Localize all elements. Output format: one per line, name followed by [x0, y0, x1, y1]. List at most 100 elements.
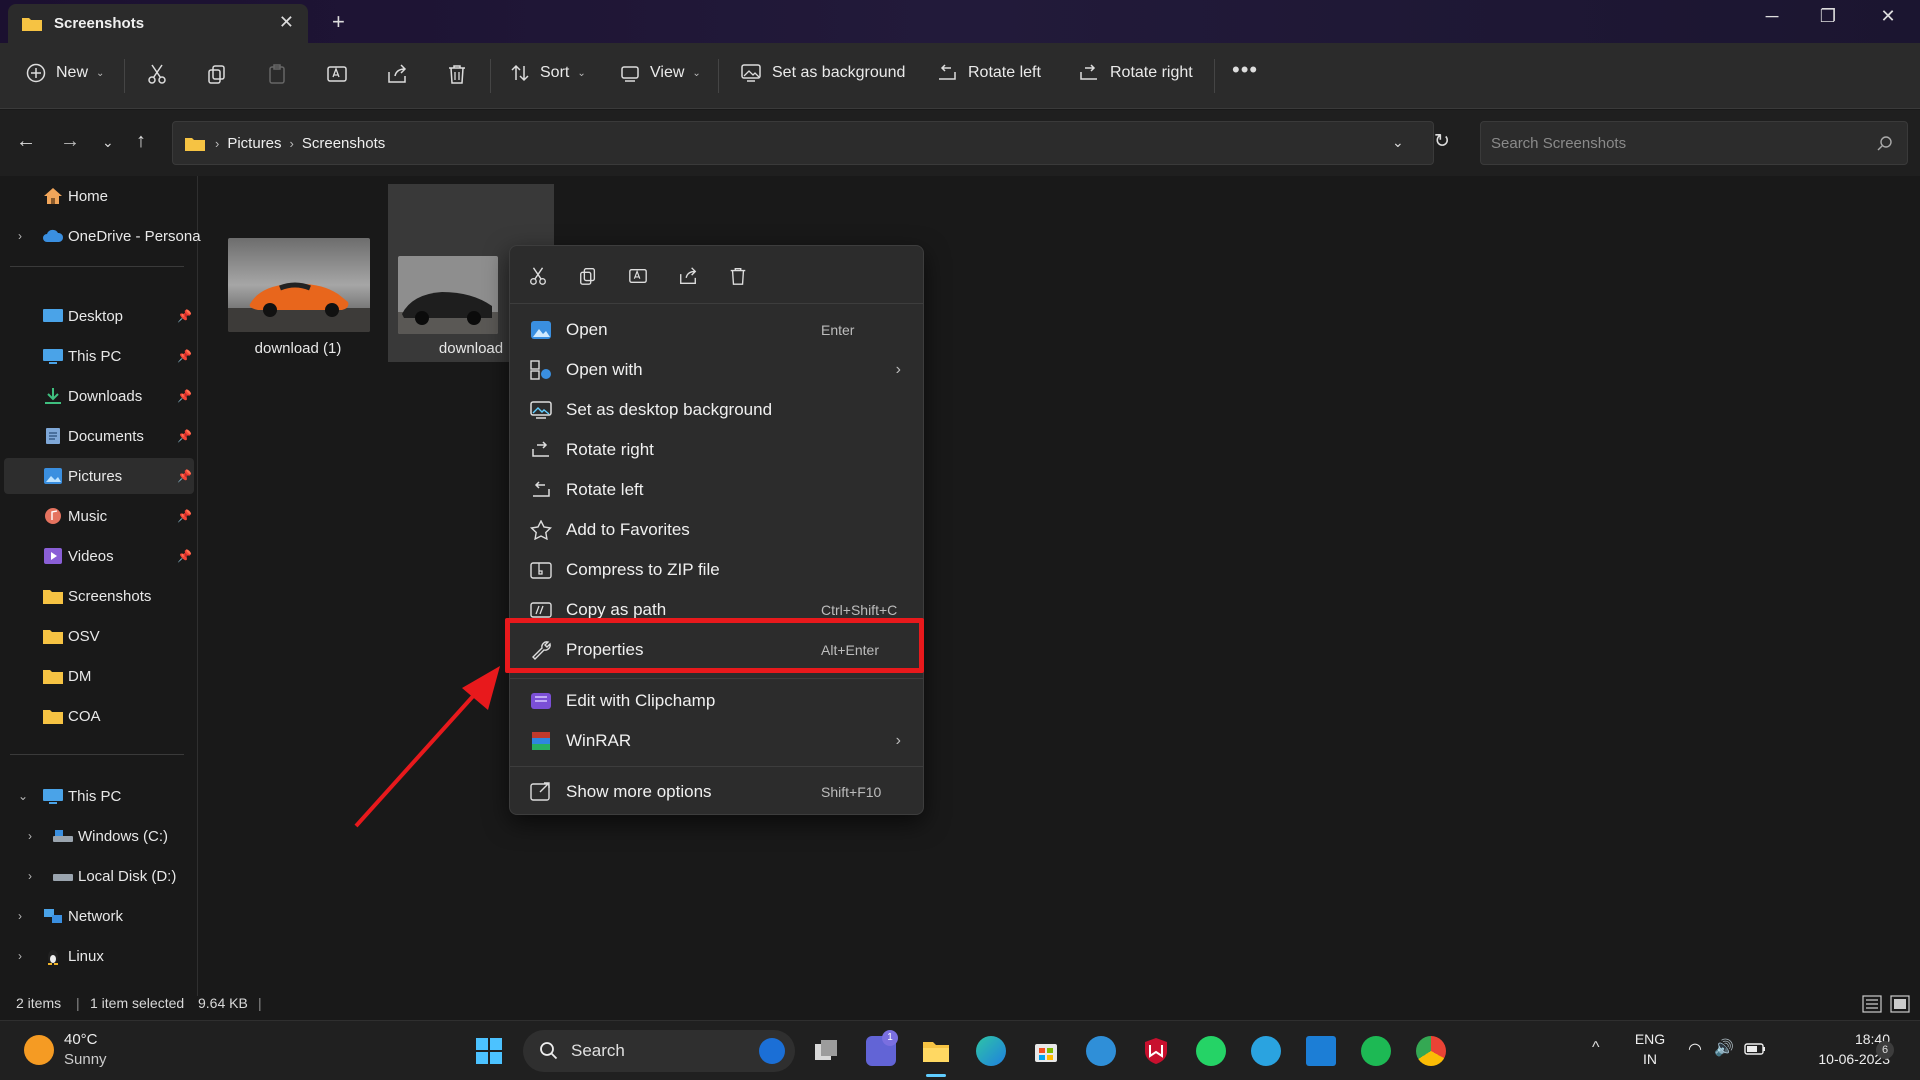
sidebar-item-pictures[interactable]: Pictures 📌 — [4, 458, 194, 494]
menu-item-set-desktop-background[interactable]: Set as desktop background — [514, 390, 919, 430]
minimize-icon[interactable]: ─ — [1752, 6, 1792, 27]
sun-icon[interactable] — [24, 1035, 54, 1065]
menu-item-open-with[interactable]: Open with › — [514, 350, 919, 390]
microsoft-store-icon[interactable] — [1031, 1036, 1061, 1066]
sidebar-item-home[interactable]: Home — [4, 178, 194, 214]
sidebar-item-windows-c[interactable]: › Windows (C:) — [4, 818, 194, 854]
menu-item-winrar[interactable]: WinRAR › — [514, 721, 919, 761]
view-button[interactable]: View ⌄ — [620, 63, 701, 83]
chevron-right-icon: › — [895, 732, 901, 749]
volume-icon[interactable]: 🔊 — [1714, 1038, 1734, 1058]
address-dropdown-icon[interactable]: ⌄ — [1392, 134, 1404, 151]
sidebar-item-onedrive[interactable]: › OneDrive - Persona — [4, 218, 201, 254]
chevron-right-icon[interactable]: › — [28, 829, 32, 843]
menu-item-edit-with-clipchamp[interactable]: Edit with Clipchamp — [514, 681, 919, 721]
search-input[interactable]: Search Screenshots — [1480, 121, 1908, 165]
taskbar-search[interactable]: Search — [523, 1030, 795, 1072]
notification-badge[interactable]: 6 — [1876, 1041, 1894, 1059]
sort-button[interactable]: Sort ⌄ — [510, 63, 586, 83]
sidebar-item-dm[interactable]: DM — [4, 658, 194, 694]
wifi-icon[interactable]: ◠ — [1688, 1039, 1702, 1059]
weather-app-icon[interactable] — [1086, 1036, 1116, 1066]
share-icon[interactable] — [386, 63, 408, 85]
sidebar-item-music[interactable]: Music 📌 — [4, 498, 194, 534]
sidebar-item-videos[interactable]: Videos 📌 — [4, 538, 194, 574]
task-view-icon[interactable] — [811, 1036, 841, 1066]
spotify-icon[interactable] — [1361, 1036, 1391, 1066]
chevron-down-icon[interactable]: ⌄ — [18, 789, 28, 803]
pin-icon: 📌 — [177, 469, 192, 483]
sidebar-item-documents[interactable]: Documents 📌 — [4, 418, 194, 454]
rename-icon[interactable] — [628, 266, 648, 286]
sidebar-item-coa[interactable]: COA — [4, 698, 194, 734]
plus-icon[interactable]: + — [332, 9, 345, 35]
show-hidden-icons-icon[interactable]: ^ — [1592, 1039, 1600, 1057]
sidebar-item-linux[interactable]: › Linux — [4, 938, 194, 974]
rename-icon[interactable] — [326, 63, 348, 85]
menu-item-rotate-left[interactable]: Rotate left — [514, 470, 919, 510]
chevron-right-icon[interactable]: › — [18, 229, 22, 243]
rotate-right-button[interactable]: Rotate right — [1078, 63, 1193, 83]
sidebar-item-network[interactable]: › Network — [4, 898, 194, 934]
new-button[interactable]: New ⌄ — [26, 63, 104, 83]
whatsapp-icon[interactable] — [1196, 1036, 1226, 1066]
details-view-icon[interactable] — [1862, 995, 1882, 1013]
mcafee-icon[interactable] — [1141, 1036, 1171, 1066]
chevron-right-icon[interactable]: › — [28, 869, 32, 883]
language-bottom[interactable]: IN — [1630, 1051, 1670, 1067]
menu-item-add-to-favorites[interactable]: Add to Favorites — [514, 510, 919, 550]
back-icon[interactable]: ← — [16, 130, 36, 153]
set-as-background-button[interactable]: Set as background — [740, 63, 905, 83]
forward-icon[interactable]: → — [60, 130, 80, 153]
windows-start-icon[interactable] — [474, 1036, 504, 1066]
tab-screenshots[interactable]: Screenshots ✕ — [8, 4, 308, 43]
share-icon[interactable] — [678, 266, 698, 286]
weather-temperature[interactable]: 40°C — [64, 1031, 98, 1048]
file-tile-download-1[interactable]: download (1) — [218, 222, 378, 362]
clock-date[interactable]: 10-06-2023 — [1780, 1051, 1890, 1067]
sidebar-item-this-pc[interactable]: This PC 📌 — [4, 338, 194, 374]
file-name: download (1) — [254, 340, 342, 357]
breadcrumb-pictures[interactable]: Pictures — [227, 135, 281, 152]
sidebar-item-this-pc-tree[interactable]: ⌄ This PC — [4, 778, 194, 814]
chrome-icon[interactable] — [1416, 1036, 1446, 1066]
paste-icon[interactable] — [266, 63, 288, 85]
menu-item-compress-zip[interactable]: Compress to ZIP file — [514, 550, 919, 590]
weather-description[interactable]: Sunny — [64, 1051, 107, 1068]
large-icons-view-icon[interactable] — [1890, 995, 1910, 1013]
chevron-right-icon[interactable]: › — [18, 909, 22, 923]
sidebar-item-local-disk-d[interactable]: › Local Disk (D:) — [4, 858, 194, 894]
close-window-icon[interactable]: ✕ — [1868, 6, 1908, 27]
address-bar[interactable]: › Pictures › Screenshots — [172, 121, 1434, 165]
delete-icon[interactable] — [728, 266, 748, 286]
menu-item-show-more-options[interactable]: Show more options Shift+F10 — [514, 772, 919, 812]
restore-icon[interactable]: ❐ — [1808, 6, 1848, 27]
breadcrumb-screenshots[interactable]: Screenshots — [302, 135, 385, 152]
myhp-icon[interactable] — [1306, 1036, 1336, 1066]
sidebar-item-downloads[interactable]: Downloads 📌 — [4, 378, 194, 414]
copy-icon[interactable] — [206, 63, 228, 85]
sidebar-item-osv[interactable]: OSV — [4, 618, 194, 654]
close-tab-icon[interactable]: ✕ — [279, 12, 294, 33]
battery-icon[interactable] — [1744, 1043, 1766, 1055]
language-top[interactable]: ENG — [1630, 1031, 1670, 1047]
chevron-right-icon[interactable]: › — [18, 949, 22, 963]
up-icon[interactable]: ↑ — [136, 130, 146, 153]
menu-item-open[interactable]: Open Enter — [514, 310, 919, 350]
file-explorer-icon[interactable] — [921, 1036, 951, 1066]
delete-icon[interactable] — [446, 63, 468, 85]
rotate-left-button[interactable]: Rotate left — [936, 63, 1041, 83]
recent-locations-icon[interactable]: ⌄ — [102, 134, 114, 151]
copy-icon[interactable] — [578, 266, 598, 286]
clock-time[interactable]: 18:40 — [1780, 1031, 1890, 1047]
bing-icon[interactable] — [759, 1038, 785, 1064]
cut-icon[interactable] — [146, 63, 168, 85]
menu-item-rotate-right[interactable]: Rotate right — [514, 430, 919, 470]
more-options-icon[interactable]: ••• — [1232, 57, 1258, 83]
sidebar-item-screenshots[interactable]: Screenshots — [4, 578, 194, 614]
cut-icon[interactable] — [528, 266, 548, 286]
refresh-icon[interactable]: ↻ — [1434, 130, 1450, 153]
sidebar-item-desktop[interactable]: Desktop 📌 — [4, 298, 194, 334]
telegram-icon[interactable] — [1251, 1036, 1281, 1066]
edge-icon[interactable] — [976, 1036, 1006, 1066]
